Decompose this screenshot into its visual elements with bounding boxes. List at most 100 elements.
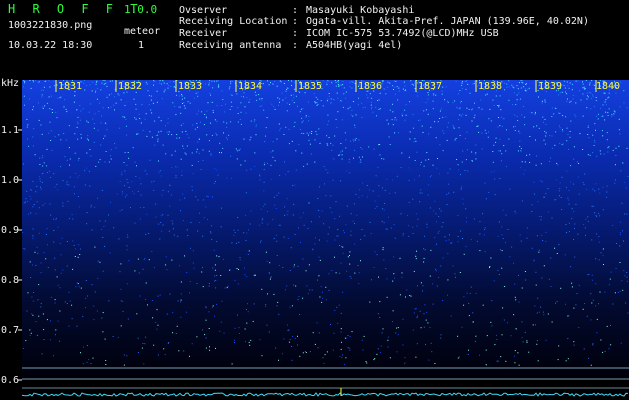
noise-speck: [535, 271, 537, 273]
noise-speck: [283, 236, 285, 238]
noise-speck: [302, 352, 304, 354]
noise-speck: [71, 318, 73, 320]
noise-speck: [233, 234, 235, 236]
noise-speck: [291, 99, 293, 101]
noise-speck: [427, 113, 429, 115]
noise-speck: [571, 83, 573, 85]
noise-speck: [158, 160, 159, 162]
noise-speck: [544, 118, 546, 120]
noise-speck: [100, 89, 102, 91]
noise-speck: [286, 102, 288, 104]
noise-speck: [598, 303, 600, 305]
noise-speck: [191, 343, 193, 345]
noise-speck: [165, 264, 167, 266]
noise-speck: [103, 138, 104, 140]
noise-speck: [237, 121, 239, 123]
noise-speck: [169, 293, 171, 295]
noise-speck: [168, 131, 170, 133]
noise-speck: [370, 279, 372, 281]
spectrogram-panel: kHz 1.1 1.0 0.9 0.8 0.7 0.6 1831 1832 18…: [0, 76, 629, 400]
noise-speck: [347, 347, 349, 349]
noise-speck: [366, 362, 368, 364]
noise-speck: [549, 135, 551, 137]
noise-speck: [317, 98, 319, 100]
noise-speck: [267, 223, 269, 225]
noise-speck: [213, 182, 215, 184]
noise-speck: [90, 155, 92, 157]
noise-speck: [557, 359, 559, 361]
noise-speck: [485, 132, 487, 134]
noise-speck: [502, 209, 504, 211]
noise-speck: [42, 313, 44, 315]
noise-speck: [50, 177, 52, 178]
noise-speck: [211, 80, 213, 82]
noise-speck: [585, 234, 586, 236]
noise-speck: [454, 100, 456, 102]
noise-speck: [529, 154, 531, 156]
noise-speck: [571, 286, 573, 288]
noise-speck: [239, 148, 241, 150]
noise-speck: [150, 95, 152, 97]
noise-speck: [166, 313, 168, 315]
noise-speck: [110, 155, 112, 157]
noise-speck: [272, 83, 274, 85]
noise-speck: [265, 304, 267, 306]
noise-speck: [499, 178, 501, 179]
noise-speck: [106, 85, 108, 87]
noise-speck: [457, 241, 459, 243]
noise-speck: [623, 240, 624, 242]
noise-speck: [505, 150, 507, 152]
noise-speck: [360, 147, 362, 148]
noise-speck: [163, 348, 165, 350]
noise-speck: [126, 134, 128, 136]
noise-speck: [611, 114, 613, 116]
noise-speck: [507, 229, 509, 230]
noise-speck: [97, 277, 99, 279]
noise-speck: [178, 265, 180, 267]
noise-speck: [205, 337, 207, 339]
noise-speck: [422, 290, 423, 292]
noise-speck: [109, 80, 111, 82]
noise-speck: [484, 182, 486, 184]
noise-speck: [459, 114, 461, 116]
noise-speck: [426, 311, 428, 313]
noise-speck: [66, 159, 68, 161]
noise-speck: [85, 307, 86, 309]
noise-speck: [86, 138, 88, 140]
noise-speck: [488, 131, 489, 133]
noise-speck: [77, 123, 79, 125]
noise-speck: [182, 103, 183, 104]
noise-speck: [86, 152, 88, 154]
noise-speck: [464, 81, 466, 82]
noise-speck: [283, 83, 285, 84]
noise-speck: [377, 100, 378, 101]
noise-speck: [402, 87, 404, 89]
noise-speck: [40, 306, 42, 308]
noise-speck: [536, 340, 538, 342]
noise-speck: [405, 296, 406, 298]
noise-speck: [74, 133, 76, 135]
noise-speck: [134, 117, 136, 119]
noise-speck: [328, 137, 330, 139]
noise-speck: [230, 155, 232, 157]
noise-speck: [167, 214, 169, 216]
noise-speck: [184, 97, 186, 99]
noise-speck: [440, 210, 442, 212]
noise-speck: [330, 102, 332, 104]
noise-speck: [606, 132, 608, 134]
noise-speck: [370, 104, 372, 106]
noise-speck: [59, 287, 61, 289]
noise-speck: [208, 328, 210, 329]
noise-speck: [107, 107, 109, 109]
noise-speck: [91, 284, 93, 286]
noise-speck: [145, 336, 147, 338]
noise-speck: [468, 315, 470, 317]
noise-speck: [408, 179, 410, 181]
noise-speck: [511, 84, 513, 86]
noise-speck: [84, 80, 85, 81]
noise-speck: [97, 197, 98, 199]
noise-speck: [77, 177, 78, 179]
noise-speck: [139, 207, 141, 208]
noise-speck: [41, 89, 43, 91]
noise-speck: [103, 225, 105, 227]
